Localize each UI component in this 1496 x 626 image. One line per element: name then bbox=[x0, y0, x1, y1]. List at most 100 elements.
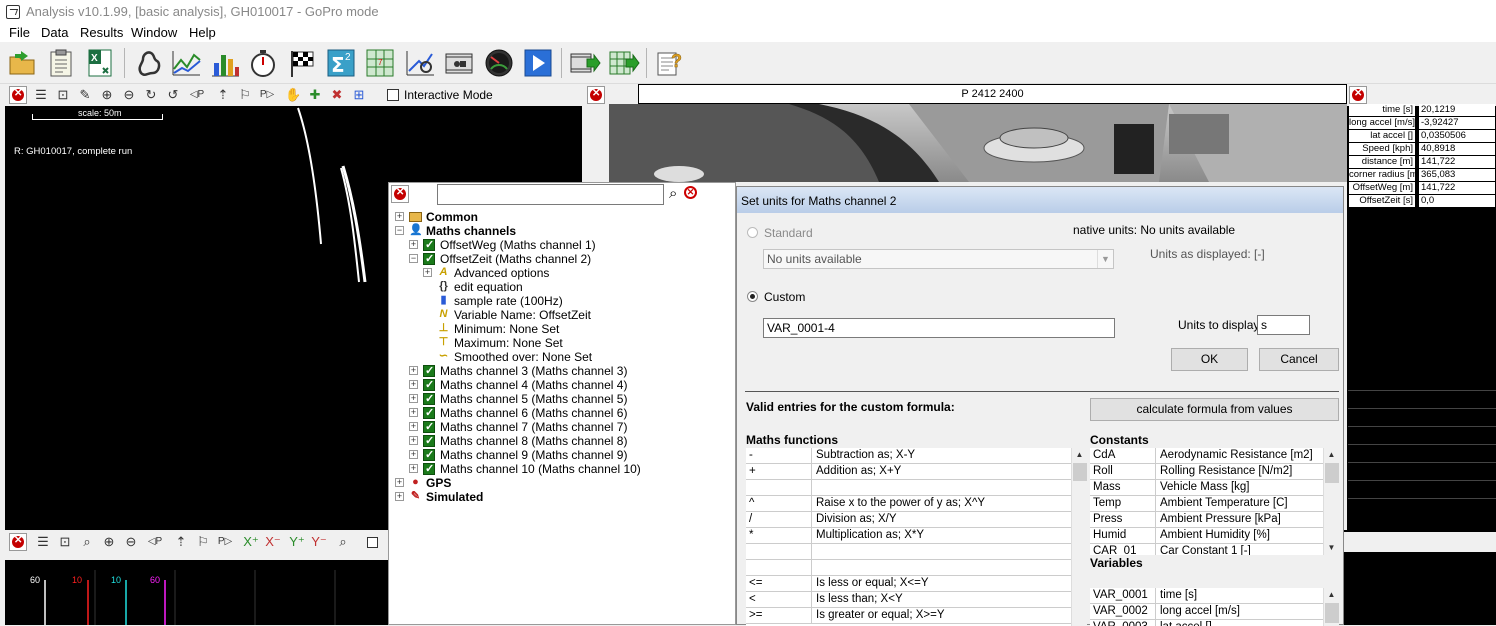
menu-data[interactable]: Data bbox=[41, 25, 68, 40]
constants-scrollbar[interactable]: ▲ ▼ bbox=[1323, 448, 1339, 555]
bar-chart-icon[interactable] bbox=[209, 47, 241, 79]
checkbox-icon[interactable] bbox=[423, 462, 435, 475]
play-icon[interactable] bbox=[522, 47, 554, 79]
scatter-plot-icon[interactable] bbox=[404, 47, 436, 79]
graph-step-forward-icon[interactable]: P▷ bbox=[217, 534, 233, 550]
tree-item-label[interactable]: edit equation bbox=[454, 280, 523, 294]
close-tree-icon[interactable] bbox=[391, 185, 409, 203]
clipboard-icon[interactable] bbox=[45, 47, 77, 79]
tree-item-label[interactable]: Maths channel 3 (Maths channel 3) bbox=[440, 364, 627, 378]
tree-search-input[interactable] bbox=[437, 184, 664, 205]
maths-function-row[interactable]: * Multiplication as; X*Y bbox=[746, 528, 1071, 544]
maths-function-row[interactable]: + Addition as; X+Y bbox=[746, 464, 1071, 480]
clear-search-icon[interactable]: ✕ bbox=[684, 186, 697, 199]
tree-item-label[interactable]: Maths channel 5 (Maths channel 5) bbox=[440, 392, 627, 406]
collapse-icon[interactable]: − bbox=[409, 254, 418, 263]
graph-checkbox[interactable] bbox=[367, 537, 378, 548]
menu-help[interactable]: Help bbox=[189, 25, 216, 40]
tree-item-label[interactable]: Simulated bbox=[426, 490, 483, 504]
checkbox-icon[interactable] bbox=[423, 252, 435, 265]
maths-function-row[interactable]: < Is less than; X<Y bbox=[746, 592, 1071, 608]
tree-item-label[interactable]: Advanced options bbox=[454, 266, 549, 280]
rotate-cw-icon[interactable]: ↻ bbox=[143, 87, 159, 103]
scroll-up-icon[interactable]: ▲ bbox=[1072, 448, 1087, 462]
tree-item-label[interactable]: Maths channel 7 (Maths channel 7) bbox=[440, 420, 627, 434]
scroll-thumb[interactable] bbox=[1073, 463, 1087, 481]
constants-table[interactable]: CdA Aerodynamic Resistance [m2] Roll Rollin… bbox=[1090, 448, 1323, 555]
zoom-in-icon[interactable]: ⊕ bbox=[99, 87, 115, 103]
tree-item-label[interactable]: Maths channel 8 (Maths channel 8) bbox=[440, 434, 627, 448]
graph-flag-icon[interactable]: ⚐ bbox=[195, 534, 211, 550]
constant-row[interactable]: Mass Vehicle Mass [kg] bbox=[1090, 480, 1323, 496]
close-video-icon[interactable] bbox=[587, 86, 605, 104]
graph-step-back-icon[interactable]: ◁P bbox=[147, 534, 163, 550]
remove-y-icon[interactable]: Y⁻ bbox=[311, 534, 327, 550]
expand-icon[interactable]: + bbox=[409, 380, 418, 389]
expand-icon[interactable]: + bbox=[409, 240, 418, 249]
graph-search-icon[interactable]: ⌕ bbox=[335, 534, 351, 550]
marker-up-icon[interactable]: ⇡ bbox=[215, 87, 231, 103]
constant-row[interactable]: CdA Aerodynamic Resistance [m2] bbox=[1090, 448, 1323, 464]
maths-function-row[interactable] bbox=[746, 480, 1071, 496]
search-icon[interactable]: ⌕ bbox=[669, 185, 677, 202]
remove-x-icon[interactable]: X⁻ bbox=[265, 534, 281, 550]
expand-icon[interactable]: + bbox=[409, 394, 418, 403]
maths-function-row[interactable]: / Division as; X/Y bbox=[746, 512, 1071, 528]
menu-results[interactable]: Results bbox=[80, 25, 123, 40]
checkered-flag-icon[interactable] bbox=[286, 47, 318, 79]
maths-functions-table[interactable]: - Subtraction as; X-Y + Addition as; X+Y ^ Ra… bbox=[746, 448, 1071, 626]
expand-icon[interactable]: + bbox=[409, 464, 418, 473]
properties-icon[interactable]: ☰ bbox=[33, 87, 49, 103]
zoom-out-icon[interactable]: ⊖ bbox=[121, 87, 137, 103]
constant-row[interactable]: Humid Ambient Humidity [%] bbox=[1090, 528, 1323, 544]
variable-row[interactable]: VAR_0002 long accel [m/s] bbox=[1090, 604, 1323, 620]
graph-zoom-fit-icon[interactable]: ⌕ bbox=[79, 534, 95, 550]
expand-icon[interactable]: + bbox=[395, 492, 404, 501]
help-icon[interactable]: ? bbox=[654, 47, 686, 79]
tree-item-label[interactable]: Maths channel 6 (Maths channel 6) bbox=[440, 406, 627, 420]
cancel-button[interactable]: Cancel bbox=[1259, 348, 1339, 371]
pan-hand-icon[interactable]: ✋ bbox=[285, 87, 301, 103]
checkbox-icon[interactable] bbox=[423, 238, 435, 251]
table-export-icon[interactable] bbox=[608, 47, 640, 79]
checkbox-icon[interactable] bbox=[423, 448, 435, 461]
gauge-icon[interactable] bbox=[483, 47, 515, 79]
menu-window[interactable]: Window bbox=[131, 25, 177, 40]
flag-icon[interactable]: ⚐ bbox=[237, 87, 253, 103]
maths-function-row[interactable]: <= Is less or equal; X<=Y bbox=[746, 576, 1071, 592]
graph-zoom-box-icon[interactable]: ⊡ bbox=[57, 534, 73, 550]
tree-item-label[interactable]: GPS bbox=[426, 476, 451, 490]
tree-item-label[interactable]: Smoothed over: None Set bbox=[454, 350, 592, 364]
collapse-icon[interactable]: − bbox=[395, 226, 404, 235]
expand-icon[interactable]: + bbox=[409, 436, 418, 445]
close-data-panel-icon[interactable] bbox=[1349, 86, 1367, 104]
remove-marker-icon[interactable]: ✖ bbox=[329, 87, 345, 103]
checkbox-icon[interactable] bbox=[423, 364, 435, 377]
checkbox-icon[interactable] bbox=[423, 392, 435, 405]
expand-icon[interactable]: + bbox=[395, 212, 404, 221]
expand-icon[interactable]: + bbox=[423, 268, 432, 277]
constant-row[interactable]: CAR_01 Car Constant 1 [-] bbox=[1090, 544, 1323, 555]
graph-marker-icon[interactable]: ⇡ bbox=[173, 534, 189, 550]
tree-item-label[interactable]: Common bbox=[426, 210, 478, 224]
tree-item-label[interactable]: Minimum: None Set bbox=[454, 322, 559, 336]
constants-scroll-thumb[interactable] bbox=[1325, 463, 1339, 483]
expand-icon[interactable]: + bbox=[409, 408, 418, 417]
close-panel-icon[interactable] bbox=[9, 86, 27, 104]
standard-radio[interactable] bbox=[747, 227, 758, 238]
add-x-icon[interactable]: X⁺ bbox=[243, 534, 259, 550]
constants-scroll-up-icon[interactable]: ▲ bbox=[1324, 448, 1339, 462]
tree-item-label[interactable]: Maths channel 10 (Maths channel 10) bbox=[440, 462, 641, 476]
variables-scroll-up-icon[interactable]: ▲ bbox=[1324, 588, 1339, 602]
maths-grid-icon[interactable]: 7 bbox=[364, 47, 396, 79]
stopwatch-icon[interactable] bbox=[247, 47, 279, 79]
edit-icon[interactable]: ✎ bbox=[77, 87, 93, 103]
sigma-squared-icon[interactable]: Σ2 bbox=[325, 47, 357, 79]
interactive-mode-checkbox[interactable] bbox=[387, 89, 399, 101]
open-folder-icon[interactable] bbox=[7, 47, 39, 79]
custom-formula-input[interactable]: VAR_0001-4 bbox=[763, 318, 1115, 338]
menu-file[interactable]: File bbox=[9, 25, 30, 40]
expand-icon[interactable]: + bbox=[395, 478, 404, 487]
checkbox-icon[interactable] bbox=[423, 434, 435, 447]
units-to-display-input[interactable]: s bbox=[1257, 315, 1310, 335]
